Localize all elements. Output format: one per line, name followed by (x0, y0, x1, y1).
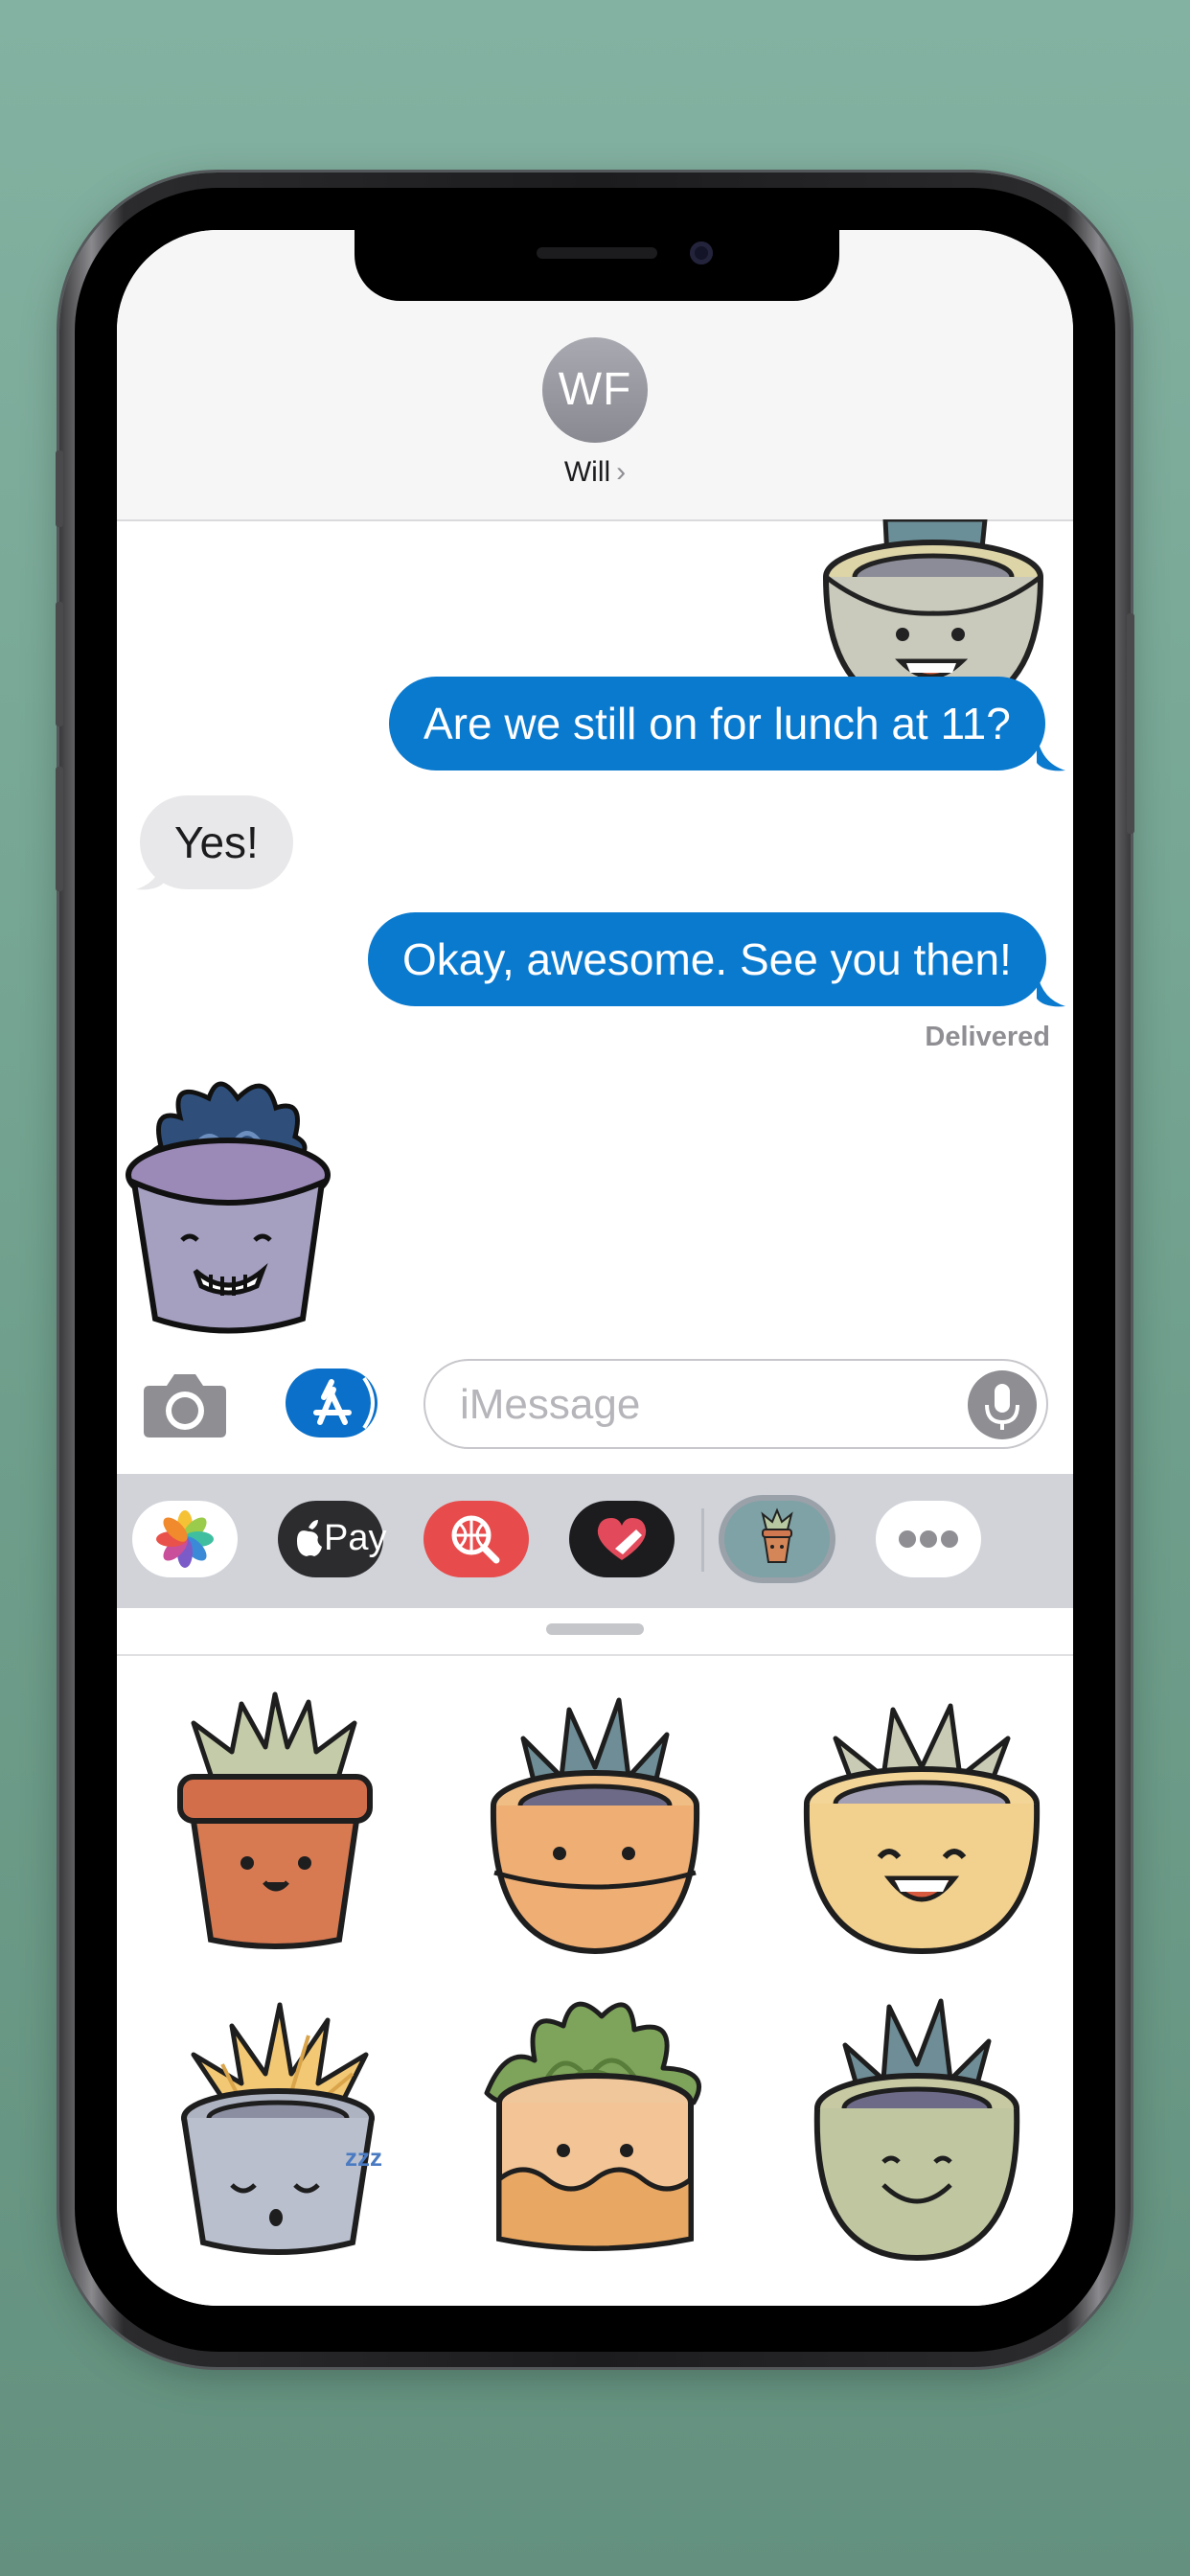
message-field[interactable] (423, 1359, 1048, 1449)
sticker-terracotta-pot[interactable] (174, 1685, 376, 1953)
sticker-orange-bowl-pot[interactable] (485, 1681, 705, 1959)
volume-down-button (56, 602, 63, 726)
bubble-tail (136, 853, 165, 890)
more-apps-button[interactable] (876, 1501, 981, 1577)
front-camera (690, 242, 713, 264)
app-store-icon (313, 1376, 375, 1430)
app-store-button[interactable] (286, 1368, 378, 1438)
bubble-tail (1037, 734, 1065, 771)
sticker-green-bowl-pot[interactable] (807, 1988, 1027, 2266)
sticker-panel-handle[interactable] (117, 1608, 1073, 1656)
photos-app-button[interactable] (132, 1501, 238, 1577)
sticker-grid: zzz (117, 1656, 1073, 2306)
apple-pay-icon (297, 1520, 322, 1556)
microphone-button[interactable] (968, 1370, 1037, 1439)
notch (355, 230, 839, 301)
camera-button[interactable] (142, 1370, 228, 1439)
apple-pay-label: Pay (324, 1518, 387, 1558)
digital-touch-app-button[interactable] (569, 1501, 675, 1577)
sent-message-bubble[interactable]: Are we still on for lunch at 11? (389, 677, 1045, 770)
contact-name: Will (563, 456, 611, 488)
contact-avatar[interactable]: WF (542, 337, 648, 443)
apple-pay-app-button[interactable]: Pay (278, 1501, 387, 1577)
drawer-divider (701, 1508, 704, 1572)
contact-name-button[interactable]: Will › (117, 456, 1073, 489)
mute-switch (56, 767, 63, 891)
grabber-bar[interactable] (546, 1623, 644, 1635)
compose-bar (117, 1349, 1073, 1464)
succulent-sticker-icon (761, 1507, 793, 1563)
succulent-sticker-app-button[interactable] (724, 1501, 830, 1577)
sticker-purple-pot[interactable] (123, 1070, 335, 1338)
more-icon (899, 1530, 958, 1548)
message-input[interactable] (458, 1361, 960, 1449)
image-search-app-button[interactable] (423, 1501, 529, 1577)
delivered-status: Delivered (925, 1022, 1050, 1052)
volume-up-button (56, 450, 63, 527)
photos-icon (156, 1510, 214, 1568)
bubble-tail (1037, 970, 1065, 1007)
sticker-yellow-bowl-pot[interactable] (797, 1681, 1046, 1959)
sticker-peach-pot[interactable] (468, 1988, 722, 2266)
sent-message-bubble[interactable]: Okay, awesome. See you then! (368, 912, 1046, 1006)
earpiece-speaker (537, 247, 657, 259)
camera-icon (144, 1374, 226, 1438)
svg-text:zzz: zzz (345, 2143, 382, 2172)
app-drawer: Pay (117, 1474, 1073, 1608)
globe-search-icon (451, 1515, 500, 1564)
side-button (1127, 613, 1134, 834)
microphone-icon (985, 1384, 1019, 1430)
heart-touch-icon (597, 1518, 647, 1560)
chevron-right-icon: › (616, 456, 627, 488)
phone-screen: WF Will › Are we still on for lunch at 11… (117, 230, 1073, 2306)
sticker-gray-sleeping-pot[interactable]: zzz (174, 1997, 395, 2266)
